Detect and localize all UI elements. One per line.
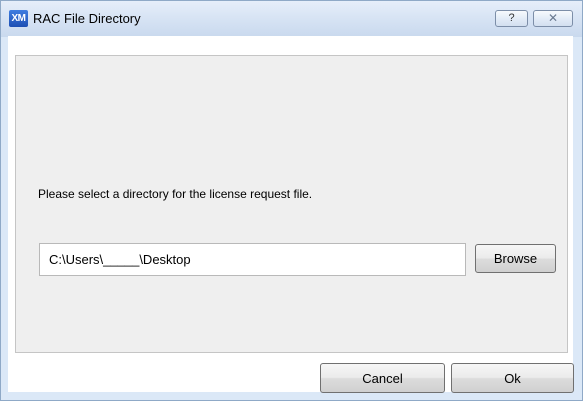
ok-button[interactable]: Ok (451, 363, 574, 393)
help-button[interactable]: ? (495, 10, 528, 27)
content-panel (15, 55, 568, 353)
xm-app-icon: XM (9, 10, 28, 27)
close-button[interactable]: ✕ (533, 10, 573, 27)
directory-prompt-label: Please select a directory for the licens… (38, 187, 313, 201)
directory-path-input[interactable] (39, 243, 466, 276)
title-bar[interactable]: XM RAC File Directory ? ✕ (1, 1, 582, 37)
browse-button[interactable]: Browse (475, 244, 556, 273)
window-title: RAC File Directory (33, 11, 141, 26)
cancel-button[interactable]: Cancel (320, 363, 445, 393)
